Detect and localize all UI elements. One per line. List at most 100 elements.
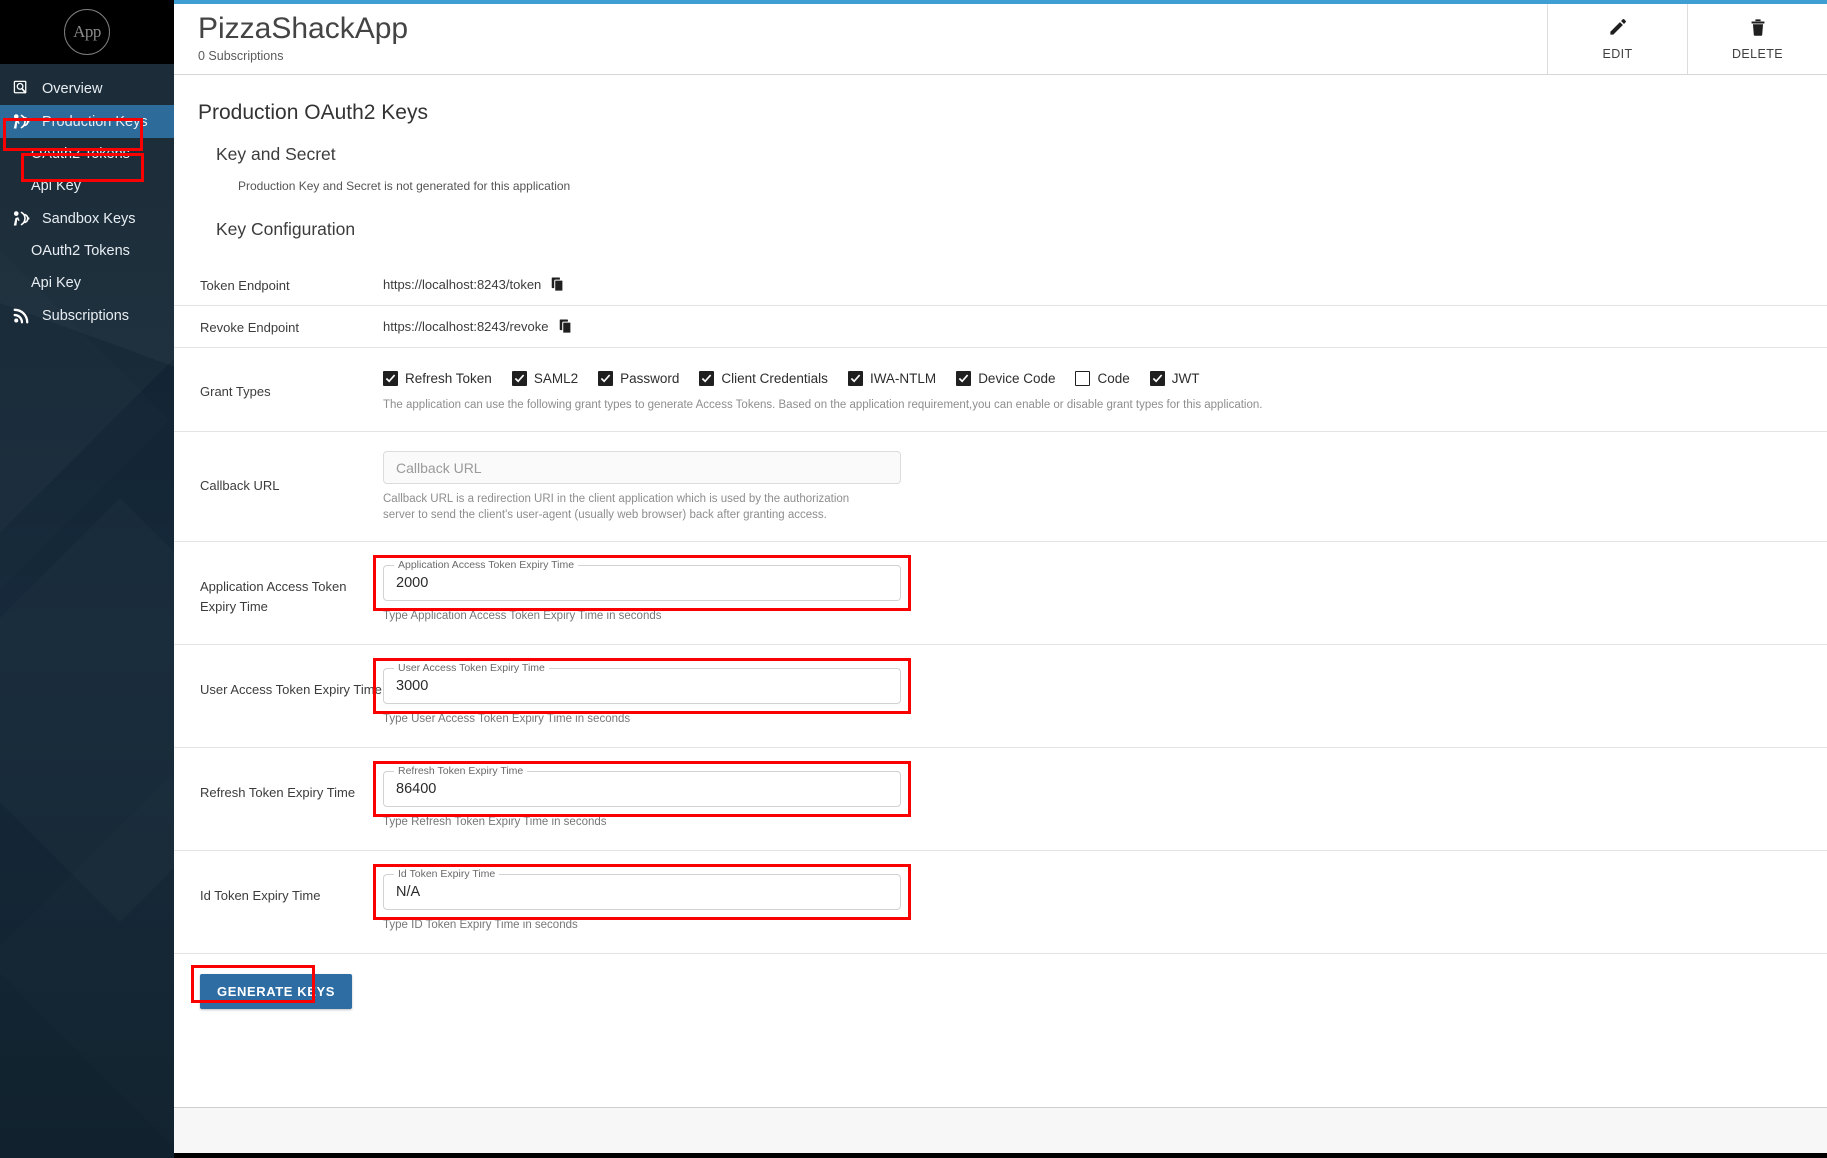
revoke-endpoint-label: Revoke Endpoint: [200, 320, 300, 335]
sidebar-item-overview[interactable]: Overview: [0, 72, 174, 105]
checkbox-checked-icon[interactable]: [1149, 371, 1165, 386]
token-endpoint-value: https://localhost:8243/token: [383, 277, 542, 292]
checkbox-checked-icon[interactable]: [956, 371, 972, 386]
key-configuration-table: Token Endpoint https://localhost:8243/to…: [174, 264, 1827, 1009]
keys-icon: [10, 112, 32, 132]
app-header: PizzaShackApp 0 Subscriptions EDIT DELET…: [174, 4, 1827, 75]
delete-button[interactable]: DELETE: [1687, 4, 1827, 74]
key-and-secret-heading: Key and Secret: [216, 144, 336, 164]
sidebar-item-sandbox-keys[interactable]: Sandbox Keys: [0, 202, 174, 235]
grant-option-label: SAML2: [533, 371, 579, 386]
id-token-expiry-label: Id Token Expiry Time: [200, 888, 321, 903]
row-application-access-token-expiry: Application Access Token Expiry Time App…: [174, 542, 1827, 645]
grant-types-options: Refresh Token SAML2 Password Client Cred…: [383, 368, 1827, 386]
id-token-expiry-value: N/A: [396, 884, 421, 900]
grant-option-code[interactable]: Code: [1075, 371, 1130, 386]
user-access-token-expiry-helper: Type User Access Token Expiry Time in se…: [383, 713, 631, 725]
sidebar-subitem-production-api-key[interactable]: Api Key: [0, 170, 174, 202]
generate-keys-row: GENERATE KEYS: [174, 954, 1827, 1009]
revoke-endpoint-value: https://localhost:8243/revoke: [383, 319, 549, 334]
refresh-token-expiry-label: Refresh Token Expiry Time: [200, 785, 356, 800]
grant-option-client-credentials[interactable]: Client Credentials: [699, 371, 828, 386]
grant-option-iwa-ntlm[interactable]: IWA-NTLM: [847, 371, 937, 386]
key-configuration-heading: Key Configuration: [216, 219, 356, 239]
application-access-token-expiry-input[interactable]: Application Access Token Expiry Time 200…: [383, 559, 901, 601]
generate-keys-button[interactable]: GENERATE KEYS: [200, 974, 353, 1009]
subscriptions-count: 0 Subscriptions: [198, 49, 284, 63]
sidebar-item-subscriptions[interactable]: Subscriptions: [0, 299, 174, 332]
checkbox-checked-icon[interactable]: [383, 371, 398, 386]
row-callback-url: Callback URL Callback URL Callback URL i…: [174, 432, 1827, 542]
callback-url-placeholder: Callback URL: [396, 459, 482, 476]
main-area: PizzaShackApp 0 Subscriptions EDIT DELET…: [174, 0, 1827, 1158]
sidebar-subitem-sandbox-api-key[interactable]: Api Key: [0, 267, 174, 299]
grant-types-label: Grant Types: [200, 384, 271, 399]
grant-option-label: IWA-NTLM: [869, 371, 937, 386]
refresh-token-expiry-value: 86400: [396, 781, 437, 797]
grant-option-label: Device Code: [978, 371, 1056, 386]
sidebar-item-production-keys[interactable]: Production Keys: [0, 105, 174, 138]
sidebar-subitem-label: OAuth2 Tokens: [31, 243, 130, 259]
application-access-token-expiry-label: Application Access Token Expiry Time: [200, 579, 347, 614]
user-access-token-expiry-input[interactable]: User Access Token Expiry Time 3000: [383, 662, 901, 704]
sidebar-item-label: Sandbox Keys: [42, 210, 136, 227]
token-endpoint-label: Token Endpoint: [200, 278, 290, 293]
revoke-endpoint-value-wrap: https://localhost:8243/revoke: [383, 319, 1827, 334]
checkbox-unchecked-icon[interactable]: [1075, 371, 1091, 386]
row-refresh-token-expiry: Refresh Token Expiry Time Refresh Token …: [174, 748, 1827, 851]
grant-option-label: Refresh Token: [405, 371, 492, 386]
refresh-token-expiry-legend: Refresh Token Expiry Time: [394, 765, 528, 777]
page-title: PizzaShackApp: [198, 12, 409, 45]
id-token-expiry-helper: Type ID Token Expiry Time in seconds: [383, 919, 578, 931]
pencil-icon: [1608, 18, 1627, 42]
grant-option-label: JWT: [1171, 371, 1200, 386]
copy-icon[interactable]: [551, 277, 565, 292]
key-and-secret-section: Key and Secret Production Key and Secret…: [174, 144, 1827, 240]
subscriptions-icon: [10, 306, 32, 326]
grant-option-jwt[interactable]: JWT: [1149, 371, 1200, 386]
row-user-access-token-expiry: User Access Token Expiry Time User Acces…: [174, 645, 1827, 748]
row-revoke-endpoint: Revoke Endpoint https://localhost:8243/r…: [174, 306, 1827, 348]
delete-label: DELETE: [1731, 46, 1784, 61]
grant-option-password[interactable]: Password: [598, 371, 679, 386]
bottom-strip: [174, 1153, 1827, 1158]
app-logo-block: App: [0, 0, 174, 64]
checkbox-checked-icon[interactable]: [699, 371, 715, 386]
sidebar-subitem-label: Api Key: [31, 275, 81, 291]
row-grant-types: Grant Types Refresh Token SAML2 Password…: [174, 348, 1827, 432]
sidebar-nav: Overview Production Keys OAuth2 Tokens A…: [0, 64, 174, 332]
trash-icon: [1749, 18, 1767, 42]
grant-types-helper: The application can use the following gr…: [383, 399, 1263, 411]
user-access-token-expiry-label: User Access Token Expiry Time: [200, 682, 382, 697]
id-token-expiry-input[interactable]: Id Token Expiry Time N/A: [383, 868, 901, 910]
checkbox-checked-icon[interactable]: [511, 371, 527, 386]
application-access-token-expiry-helper: Type Application Access Token Expiry Tim…: [383, 610, 662, 622]
footer-bar: [174, 1107, 1827, 1153]
sidebar-subitem-production-oauth2-tokens[interactable]: OAuth2 Tokens: [0, 138, 174, 170]
grant-option-device-code[interactable]: Device Code: [956, 371, 1055, 386]
sidebar-subitem-label: OAuth2 Tokens: [31, 146, 130, 162]
app-logo: App: [64, 9, 110, 55]
id-token-expiry-legend: Id Token Expiry Time: [394, 868, 500, 880]
callback-url-label: Callback URL: [200, 478, 280, 493]
copy-icon[interactable]: [559, 319, 573, 334]
content-area: Production OAuth2 Keys Key and Secret Pr…: [174, 75, 1827, 1107]
sidebar-subitem-sandbox-oauth2-tokens[interactable]: OAuth2 Tokens: [0, 235, 174, 267]
refresh-token-expiry-helper: Type Refresh Token Expiry Time in second…: [383, 816, 607, 828]
callback-url-input[interactable]: Callback URL: [383, 451, 901, 484]
grant-option-label: Code: [1097, 371, 1130, 386]
overview-search-icon: [10, 79, 32, 99]
grant-option-saml2[interactable]: SAML2: [511, 371, 579, 386]
edit-label: EDIT: [1602, 46, 1633, 61]
application-access-token-expiry-legend: Application Access Token Expiry Time: [394, 559, 579, 571]
checkbox-checked-icon[interactable]: [847, 371, 863, 386]
sidebar-item-label: Overview: [42, 80, 103, 97]
row-id-token-expiry: Id Token Expiry Time Id Token Expiry Tim…: [174, 851, 1827, 954]
grant-option-refresh-token[interactable]: Refresh Token: [383, 371, 492, 386]
edit-button[interactable]: EDIT: [1547, 4, 1687, 74]
refresh-token-expiry-input[interactable]: Refresh Token Expiry Time 86400: [383, 765, 901, 807]
sidebar-subitem-label: Api Key: [31, 178, 81, 194]
key-and-secret-note: Production Key and Secret is not generat…: [238, 179, 571, 193]
application-root: App Overview Production Keys OAuth2 Toke…: [0, 0, 1827, 1158]
checkbox-checked-icon[interactable]: [598, 371, 614, 386]
